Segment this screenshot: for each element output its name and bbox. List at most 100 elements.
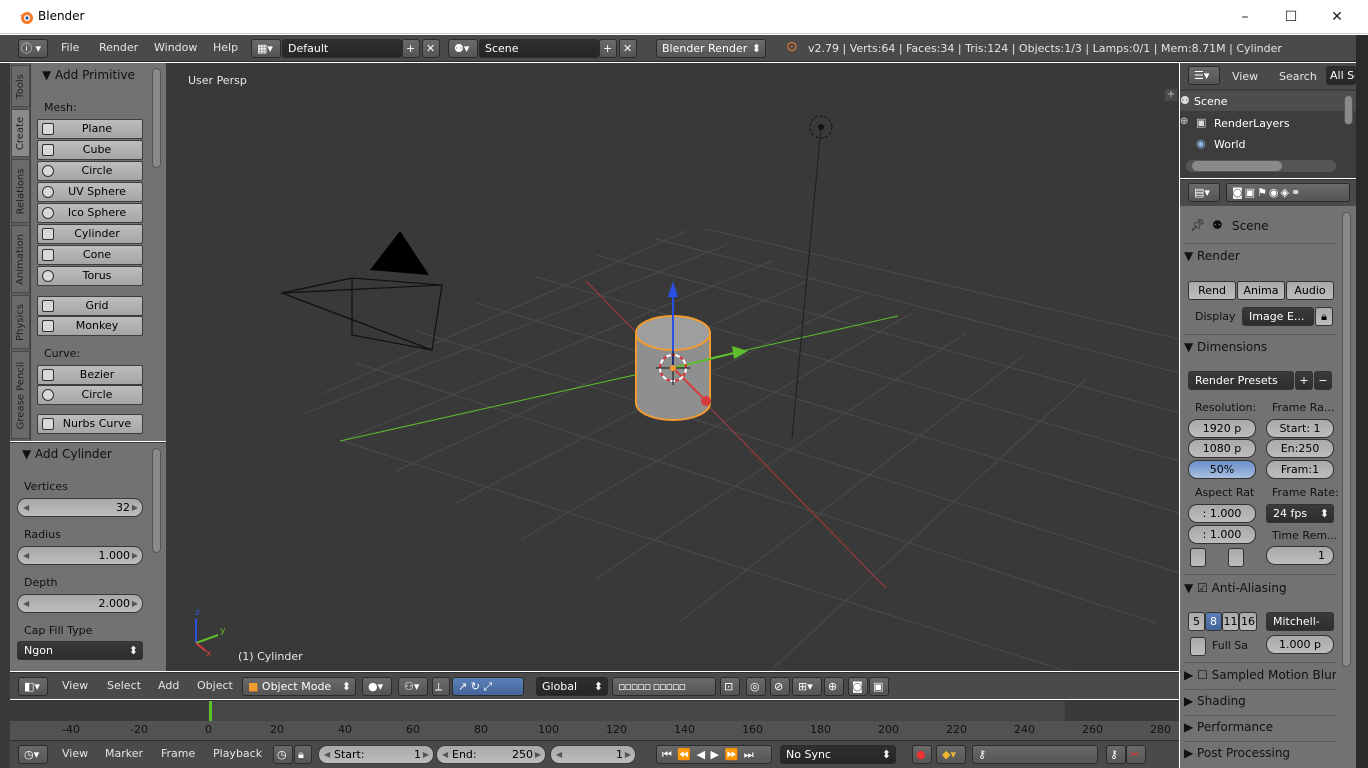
- resolution-x-field[interactable]: 1920 p: [1188, 419, 1256, 438]
- aa-filter-dropdown[interactable]: Mitchell-: [1266, 612, 1334, 631]
- editor-type-button[interactable]: ⓘ ▾: [18, 39, 48, 58]
- outliner-vscroll[interactable]: [1344, 95, 1353, 125]
- border-checkbox[interactable]: [1190, 548, 1206, 567]
- editor-type-button[interactable]: ▤▾: [1188, 183, 1220, 202]
- lock-range-button[interactable]: 🔒︎: [294, 745, 312, 764]
- menu-view[interactable]: View: [62, 747, 88, 760]
- dimensions-panel-header[interactable]: ▼ Dimensions: [1184, 340, 1336, 364]
- operator-panel-scrollbar[interactable]: [152, 448, 161, 553]
- layout-name-field[interactable]: Default: [282, 39, 402, 58]
- menu-help[interactable]: Help: [213, 41, 238, 54]
- add-uv-sphere-button[interactable]: UV Sphere: [37, 182, 143, 202]
- add-ico-sphere-button[interactable]: Ico Sphere: [37, 203, 143, 223]
- mode-dropdown[interactable]: ■ Object Mode ⬍: [242, 677, 356, 696]
- menu-select[interactable]: Select: [107, 679, 141, 692]
- outliner-row-scene[interactable]: ⚉ Scene: [1180, 91, 1356, 111]
- add-bezier-button[interactable]: Bezier: [37, 365, 143, 385]
- keying-set-field[interactable]: ⚷: [972, 745, 1098, 764]
- add-circle-button[interactable]: Circle: [37, 161, 143, 181]
- time-remap-field[interactable]: 1: [1266, 546, 1334, 565]
- menu-file[interactable]: File: [61, 41, 79, 54]
- full-sample-checkbox[interactable]: [1190, 637, 1206, 656]
- render-still-button[interactable]: Rend: [1188, 281, 1236, 300]
- outliner-row-world[interactable]: ◉ World: [1180, 134, 1356, 154]
- render-panel-header[interactable]: ▼ Render: [1184, 249, 1336, 273]
- tab-create[interactable]: Create: [11, 109, 30, 157]
- tool-shelf-scrollbar[interactable]: [152, 68, 161, 168]
- menu-search[interactable]: Search: [1279, 70, 1317, 83]
- editor-type-button[interactable]: ☰▾: [1188, 66, 1220, 85]
- editor-type-button[interactable]: ◷▾: [18, 745, 48, 764]
- remove-preset-button[interactable]: −: [1314, 371, 1332, 390]
- end-frame-field[interactable]: ◀ End: 250 ▶: [436, 745, 546, 764]
- manipulator-types[interactable]: ↗ ↻ ⤢: [452, 677, 524, 696]
- tab-grease-pencil[interactable]: Grease Pencil: [11, 351, 30, 439]
- filter-size-field[interactable]: 1.000 p: [1266, 635, 1334, 654]
- render-engine-dropdown[interactable]: Blender Render ⬍: [656, 39, 766, 58]
- scroll-thumb[interactable]: [1192, 161, 1282, 171]
- context-tabs[interactable]: ◙▣⚑◉◈⚭: [1226, 183, 1350, 202]
- current-frame-marker[interactable]: [209, 701, 212, 721]
- x-arrow-icon[interactable]: [701, 396, 711, 406]
- snap-toggle[interactable]: ⊘: [770, 677, 790, 696]
- scene-delete-button[interactable]: ✕: [619, 39, 637, 58]
- cap-fill-dropdown[interactable]: Ngon ⬍: [17, 641, 143, 660]
- tab-relations[interactable]: Relations: [11, 159, 30, 223]
- delete-keyframe-button[interactable]: ✂: [1126, 745, 1146, 764]
- lock-layers-button[interactable]: ⊡: [720, 677, 740, 696]
- frame-step-field[interactable]: Fram:1: [1266, 460, 1334, 479]
- aspect-x-field[interactable]: : 1.000: [1188, 504, 1256, 523]
- post-processing-panel-header[interactable]: ▶ Post Processing: [1184, 746, 1336, 768]
- menu-render[interactable]: Render: [99, 41, 138, 54]
- aspect-y-field[interactable]: : 1.000: [1188, 525, 1256, 544]
- properties-scrollbar[interactable]: [1342, 212, 1351, 667]
- menu-view[interactable]: View: [1232, 70, 1258, 83]
- layout-delete-button[interactable]: ✕: [422, 39, 440, 58]
- aa-samples-11[interactable]: 11: [1222, 612, 1239, 631]
- frame-start-field[interactable]: Start: 1: [1266, 419, 1334, 438]
- layer-buttons[interactable]: ▫▫▫▫▫ ▫▫▫▫▫: [612, 677, 716, 696]
- tab-animation[interactable]: Animation: [11, 225, 30, 293]
- proportional-edit-button[interactable]: ◎: [746, 677, 766, 696]
- opengl-anim-button[interactable]: ▣: [869, 677, 889, 696]
- radius-field[interactable]: ◀ 1.000 ▶: [17, 546, 143, 565]
- menu-frame[interactable]: Frame: [161, 747, 195, 760]
- layout-browse-button[interactable]: ▦▾: [251, 39, 281, 58]
- anti-aliasing-panel-header[interactable]: ▼ ☑ Anti-Aliasing: [1184, 581, 1336, 605]
- display-dropdown[interactable]: Image E...: [1242, 307, 1314, 326]
- timeline[interactable]: -40 -20 0 20 40 60 80 100 120 140 160 18…: [10, 700, 1179, 741]
- outliner-hscroll[interactable]: [1186, 160, 1336, 172]
- maximize-button[interactable]: ☐: [1268, 4, 1314, 30]
- add-torus-button[interactable]: Torus: [37, 266, 143, 286]
- scene-name-field[interactable]: Scene: [479, 39, 599, 58]
- render-audio-button[interactable]: Audio: [1286, 281, 1334, 300]
- scene-browse-button[interactable]: ⚉▾: [448, 39, 478, 58]
- add-grid-button[interactable]: Grid: [37, 296, 143, 316]
- snap-element-button[interactable]: ⊞▾: [792, 677, 822, 696]
- menu-window[interactable]: Window: [154, 41, 197, 54]
- layout-add-button[interactable]: +: [402, 39, 420, 58]
- crop-checkbox[interactable]: [1228, 548, 1244, 567]
- add-nurbs-curve-button[interactable]: Nurbs Curve: [37, 414, 143, 434]
- z-arrow-icon[interactable]: [668, 281, 678, 297]
- add-cylinder-button[interactable]: Cylinder: [37, 224, 143, 244]
- add-cone-button[interactable]: Cone: [37, 245, 143, 265]
- add-curve-circle-button[interactable]: Circle: [37, 385, 143, 405]
- render-animation-button[interactable]: Anima: [1237, 281, 1285, 300]
- opengl-render-button[interactable]: ◙: [848, 677, 868, 696]
- tab-tools[interactable]: Tools: [11, 65, 30, 107]
- display-mode-dropdown[interactable]: All Sc: [1326, 66, 1356, 85]
- menu-marker[interactable]: Marker: [105, 747, 143, 760]
- preview-range-button[interactable]: ◷: [273, 745, 293, 764]
- editor-type-button[interactable]: ◧▾: [18, 677, 48, 696]
- pin-icon[interactable]: 📌︎: [1190, 218, 1205, 232]
- start-frame-field[interactable]: ◀ Start: 1 ▶: [318, 745, 434, 764]
- add-plane-button[interactable]: Plane: [37, 119, 143, 139]
- render-presets-dropdown[interactable]: Render Presets: [1188, 371, 1294, 390]
- pivot-point-button[interactable]: ⚇▾: [398, 677, 428, 696]
- insert-keyframe-button[interactable]: ⚷: [1106, 745, 1126, 764]
- resolution-percentage-slider[interactable]: 50%: [1188, 460, 1256, 479]
- add-cylinder-header[interactable]: ▼ Add Cylinder: [22, 447, 112, 461]
- menu-object[interactable]: Object: [197, 679, 233, 692]
- minimize-button[interactable]: –: [1222, 4, 1268, 30]
